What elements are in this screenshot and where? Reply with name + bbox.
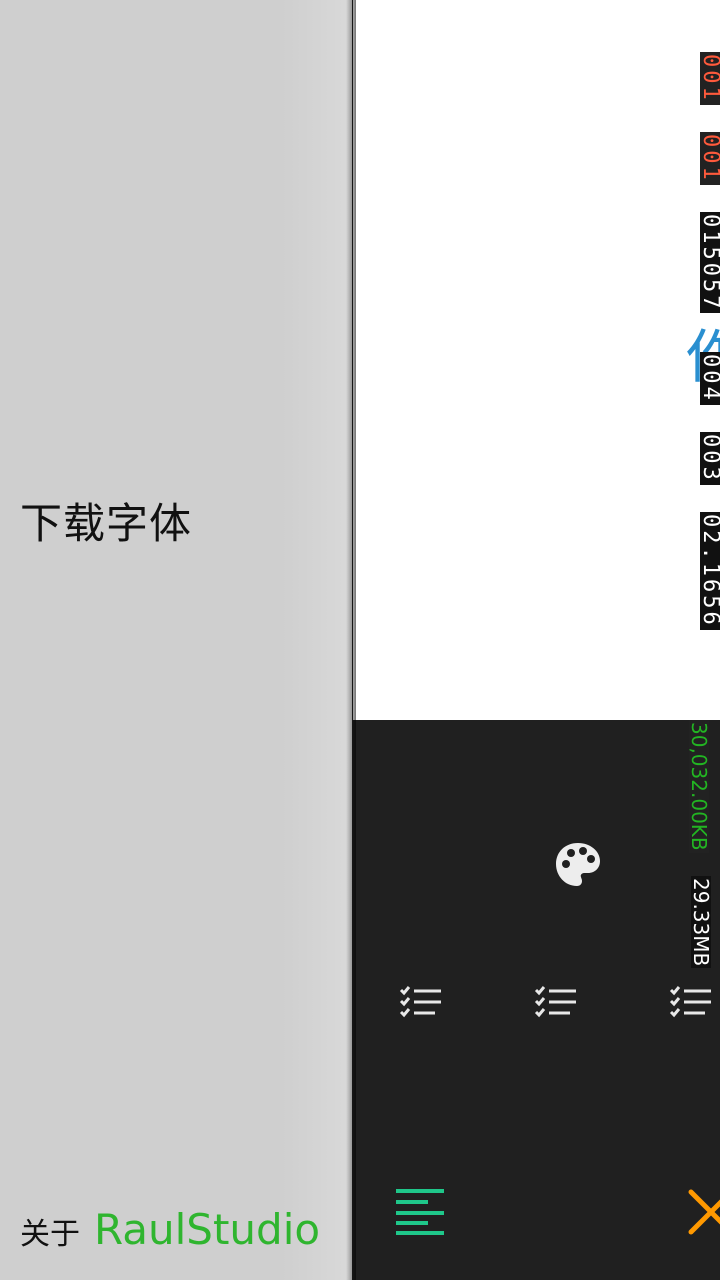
font-preview-canvas: 作 001 001 015057 004 003 02.1656 bbox=[353, 0, 720, 720]
align-left-icon[interactable] bbox=[396, 1188, 444, 1236]
main-panel: 作 001 001 015057 004 003 02.1656 30,032.… bbox=[353, 0, 720, 1280]
drawer-shadow bbox=[346, 0, 356, 1280]
info-label: 003 bbox=[698, 432, 720, 485]
info-label: 001 bbox=[698, 132, 720, 185]
download-font-item[interactable]: 下载字体 bbox=[20, 490, 192, 551]
info-label: 004 bbox=[698, 352, 720, 405]
checklist-icon[interactable] bbox=[399, 984, 443, 1018]
about-label: 关于 bbox=[20, 1217, 80, 1252]
about-brand-link[interactable]: RaulStudio bbox=[94, 1205, 320, 1254]
file-size-kb: 30,032.00KB bbox=[687, 720, 711, 853]
info-label: 02.1656 bbox=[698, 512, 720, 630]
checklist-icon[interactable] bbox=[534, 984, 578, 1018]
file-size-mb: 29.33MB bbox=[689, 876, 713, 969]
checklist-icon[interactable] bbox=[669, 984, 713, 1018]
close-icon[interactable] bbox=[687, 1188, 720, 1236]
info-label: 015057 bbox=[698, 212, 720, 314]
navigation-drawer: 下载字体 关于 RaulStudio bbox=[0, 0, 352, 1280]
about-section: 关于 RaulStudio bbox=[20, 1205, 320, 1254]
palette-icon[interactable] bbox=[553, 840, 603, 890]
info-label: 001 bbox=[698, 52, 720, 105]
